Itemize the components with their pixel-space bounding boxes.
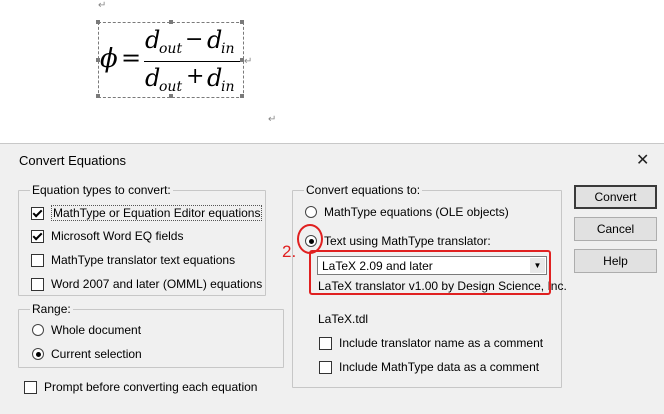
numerator-sub-out: out xyxy=(159,41,183,57)
resize-handle[interactable] xyxy=(240,94,244,98)
radio-label: Text using MathType translator: xyxy=(324,234,491,248)
equation-equals: = xyxy=(121,44,142,72)
radio-whole-document[interactable]: Whole document xyxy=(32,323,141,337)
convert-to-legend: Convert equations to: xyxy=(304,183,423,197)
resize-handle[interactable] xyxy=(96,94,100,98)
include-data-label: Include MathType data as a comment xyxy=(339,360,540,374)
include-translator-name-row[interactable]: Include translator name as a comment xyxy=(319,336,543,350)
convert-equations-dialog: Convert Equations ✕ Equation types to co… xyxy=(0,143,664,414)
radio-label: Whole document xyxy=(51,323,142,337)
equation-lhs: ϕ xyxy=(100,44,118,74)
tdl-file-name: LaTeX.tdl xyxy=(318,312,369,326)
dialog-title: Convert Equations xyxy=(19,153,126,168)
resize-handle[interactable] xyxy=(169,20,173,24)
radio-button[interactable] xyxy=(305,206,317,218)
prompt-checkbox-row[interactable]: Prompt before converting each equation xyxy=(24,380,257,394)
radio-button-selected[interactable] xyxy=(32,348,44,360)
numerator-minus: − xyxy=(185,27,204,52)
checkbox[interactable] xyxy=(31,277,44,291)
checkbox-checked[interactable] xyxy=(31,229,44,243)
numerator-sub-in: in xyxy=(221,41,235,57)
close-icon[interactable]: ✕ xyxy=(636,150,649,169)
convert-button[interactable]: Convert xyxy=(574,185,657,209)
fraction-bar xyxy=(144,61,240,62)
option-label: Microsoft Word EQ fields xyxy=(51,229,184,243)
option-translator-text[interactable]: MathType translator text equations xyxy=(31,253,235,267)
option-mathtype-equations[interactable]: MathType or Equation Editor equations xyxy=(31,205,263,221)
checkbox[interactable] xyxy=(24,380,37,394)
equation-types-legend: Equation types to convert: xyxy=(30,183,173,197)
paragraph-mark: ↵ xyxy=(244,56,253,67)
annotation-step-label: 2. xyxy=(282,242,297,261)
option-word-eq-fields[interactable]: Microsoft Word EQ fields xyxy=(31,229,183,243)
radio-current-selection[interactable]: Current selection xyxy=(32,347,142,361)
radio-label: Current selection xyxy=(51,347,142,361)
paragraph-mark: ↵ xyxy=(268,114,277,125)
annotation-highlight-box xyxy=(309,250,551,295)
annotation-circle xyxy=(297,224,323,254)
checkbox-checked[interactable] xyxy=(31,206,44,220)
option-label: MathType or Equation Editor equations xyxy=(51,205,263,221)
include-name-label: Include translator name as a comment xyxy=(339,336,544,350)
option-label: Word 2007 and later (OMML) equations xyxy=(51,277,263,291)
denominator-plus: + xyxy=(186,64,205,89)
include-mathtype-data-row[interactable]: Include MathType data as a comment xyxy=(319,360,539,374)
option-omml[interactable]: Word 2007 and later (OMML) equations xyxy=(31,277,262,291)
denominator-sub-in: in xyxy=(221,79,235,95)
cancel-button[interactable]: Cancel xyxy=(574,217,657,241)
range-legend: Range: xyxy=(30,302,73,316)
resize-handle[interactable] xyxy=(96,20,100,24)
prompt-label: Prompt before converting each equation xyxy=(44,380,258,394)
paragraph-mark: ↵ xyxy=(98,0,107,11)
checkbox[interactable] xyxy=(319,360,332,374)
option-label: MathType translator text equations xyxy=(51,253,236,267)
radio-mathtype-ole[interactable]: MathType equations (OLE objects) xyxy=(305,205,509,219)
radio-text-translator[interactable]: Text using MathType translator: xyxy=(305,234,491,248)
help-button[interactable]: Help xyxy=(574,249,657,273)
radio-button[interactable] xyxy=(32,324,44,336)
radio-label: MathType equations (OLE objects) xyxy=(324,205,509,219)
checkbox[interactable] xyxy=(319,336,332,350)
denominator-sub-out: out xyxy=(159,79,183,95)
checkbox[interactable] xyxy=(31,253,44,267)
resize-handle[interactable] xyxy=(240,20,244,24)
